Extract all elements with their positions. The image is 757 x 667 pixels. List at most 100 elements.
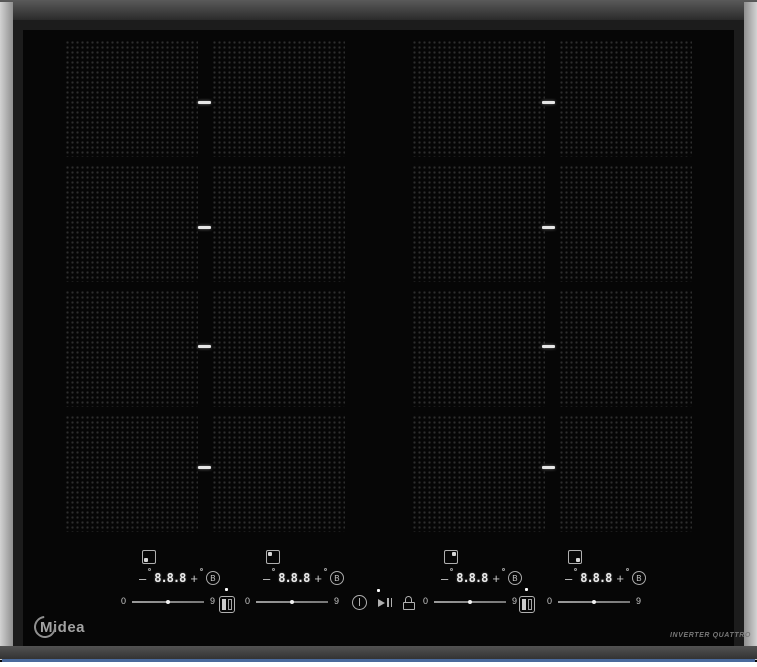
zone-dot-pattern: [559, 165, 692, 282]
zone-select-icon[interactable]: [266, 550, 280, 564]
slider-max-label: 9: [636, 597, 641, 606]
power-level-display: 8.8.8: [278, 571, 309, 585]
zone-dot-pattern: [65, 290, 198, 407]
zone-dot-pattern: [412, 40, 545, 157]
slider-thumb[interactable]: [290, 600, 294, 604]
zone-row: [65, 40, 345, 157]
power-increase-button[interactable]: +: [492, 572, 503, 585]
pause-bar: [391, 598, 393, 607]
flex-bridge-button[interactable]: [219, 596, 235, 613]
flex-bridge-button[interactable]: [519, 596, 535, 613]
zone-dot-pattern: [212, 290, 345, 407]
power-increase-button[interactable]: +: [314, 572, 325, 585]
zone-center-marker: [542, 466, 555, 469]
boost-button[interactable]: B: [206, 571, 220, 585]
power-decrease-button[interactable]: –: [441, 572, 451, 585]
zone-center-marker: [542, 101, 555, 104]
zone-dot-pattern: [65, 415, 198, 532]
zone-dot-pattern: [212, 40, 345, 157]
indicator-dot: [272, 568, 275, 571]
power-level-display: 8.8.8: [456, 571, 487, 585]
zone-dot-pattern: [559, 290, 692, 407]
zone-dot-pattern: [65, 40, 198, 157]
zone-dot-pattern: [212, 165, 345, 282]
indicator-dot: [574, 568, 577, 571]
zone-center-marker: [542, 345, 555, 348]
boost-button[interactable]: B: [330, 571, 344, 585]
zone-position-dot: [268, 552, 272, 556]
zone-dot-pattern: [65, 165, 198, 282]
slider-min-label: 0: [423, 597, 428, 606]
bridge-indicator-led: [525, 588, 528, 591]
zone-control-rear-left: – 8.8.8 + B 0 9: [243, 550, 365, 606]
power-decrease-button[interactable]: –: [139, 572, 149, 585]
slider-thumb[interactable]: [166, 600, 170, 604]
lock-shackle: [405, 596, 412, 603]
zone-position-dot: [576, 558, 580, 562]
zone-row: [65, 415, 345, 532]
zone-select-icon[interactable]: [142, 550, 156, 564]
power-slider[interactable]: [256, 601, 328, 603]
indicator-dot: [502, 568, 505, 571]
lock-icon[interactable]: [403, 602, 415, 610]
zone-select-icon[interactable]: [444, 550, 458, 564]
zone-row: [412, 40, 692, 157]
midea-logo-icon: [30, 612, 61, 643]
zone-select-icon[interactable]: [568, 550, 582, 564]
power-icon[interactable]: [352, 595, 367, 610]
zone-dot-pattern: [412, 290, 545, 407]
zone-control-front-right: – 8.8.8 + B 0 9: [545, 550, 667, 606]
zone-row: [65, 165, 345, 282]
power-level-display: 8.8.8: [580, 571, 611, 585]
cooking-area-left: [65, 40, 345, 532]
slider-max-label: 9: [512, 597, 517, 606]
indicator-dot: [450, 568, 453, 571]
power-decrease-button[interactable]: –: [565, 572, 575, 585]
power-slider[interactable]: [558, 601, 630, 603]
induction-hob: – 8.8.8 + B 0 9 –: [0, 0, 757, 662]
slider-min-label: 0: [245, 597, 250, 606]
zone-center-marker: [198, 101, 211, 104]
indicator-dot: [148, 568, 151, 571]
slider-thumb[interactable]: [592, 600, 596, 604]
slider-thumb[interactable]: [468, 600, 472, 604]
power-increase-button[interactable]: +: [190, 572, 201, 585]
slider-max-label: 9: [210, 597, 215, 606]
zone-center-marker: [198, 345, 211, 348]
bridge-bar-left: [522, 599, 526, 610]
bottom-accent-line: [2, 659, 755, 662]
zone-dot-pattern: [559, 415, 692, 532]
indicator-dot: [200, 568, 203, 571]
slider-max-label: 9: [334, 597, 339, 606]
play-pause-icon[interactable]: [378, 595, 392, 610]
status-led: [377, 589, 380, 592]
indicator-dot: [626, 568, 629, 571]
zone-center-marker: [198, 466, 211, 469]
power-decrease-button[interactable]: –: [263, 572, 273, 585]
zone-dot-pattern: [412, 165, 545, 282]
power-slider[interactable]: [132, 601, 204, 603]
zone-row: [412, 290, 692, 407]
power-increase-button[interactable]: +: [616, 572, 627, 585]
bridge-bar-right: [228, 599, 232, 610]
frame-edge-bottom: [0, 646, 757, 659]
brand-logo: Midea: [34, 616, 85, 638]
frame-edge-right: [744, 2, 757, 660]
bridge-bar-left: [222, 599, 226, 610]
zone-dot-pattern: [412, 415, 545, 532]
model-tagline: INVERTER QUATTRO: [670, 632, 751, 639]
boost-button[interactable]: B: [632, 571, 646, 585]
zone-center-marker: [198, 226, 211, 229]
boost-button[interactable]: B: [508, 571, 522, 585]
zone-row: [65, 290, 345, 407]
frame-edge-left: [0, 2, 13, 660]
slider-min-label: 0: [547, 597, 552, 606]
play-triangle: [378, 599, 385, 607]
bridge-indicator-led: [225, 588, 228, 591]
product-photo: – 8.8.8 + B 0 9 –: [0, 0, 757, 667]
zone-row: [412, 415, 692, 532]
power-slider[interactable]: [434, 601, 506, 603]
zone-dot-pattern: [559, 40, 692, 157]
bridge-bar-right: [528, 599, 532, 610]
power-icon-stem: [359, 598, 361, 606]
